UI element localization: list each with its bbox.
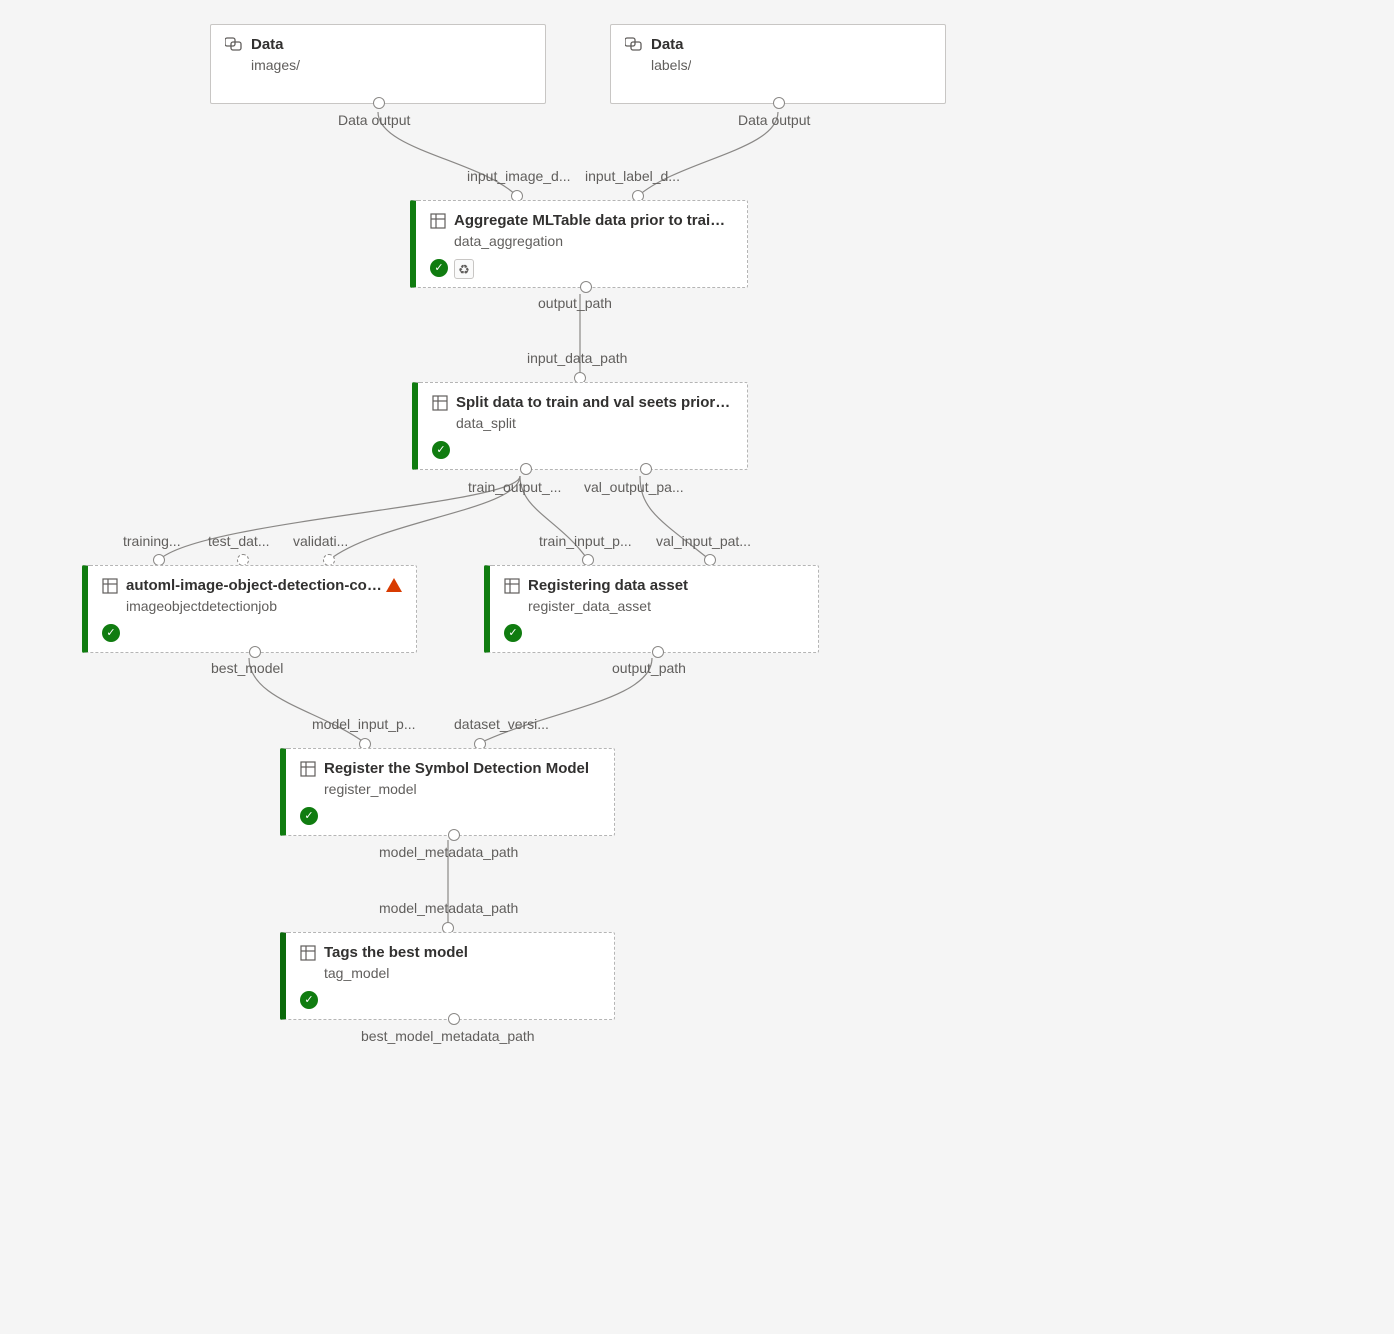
status-success-icon: ✓ [300, 807, 318, 825]
component-icon [300, 945, 316, 961]
port-label: Data output [738, 112, 810, 128]
cache-reuse-icon: ♻ [454, 259, 474, 279]
node-title: Aggregate MLTable data prior to training [454, 211, 733, 231]
node-subtitle: images/ [251, 57, 300, 73]
port-label: input_label_d... [585, 168, 680, 184]
status-success-icon: ✓ [504, 624, 522, 642]
status-success-icon: ✓ [102, 624, 120, 642]
component-icon [300, 761, 316, 777]
port-label: val_input_pat... [656, 533, 751, 549]
port-label: dataset_versi... [454, 716, 549, 732]
component-icon [102, 578, 118, 594]
node-subtitle: data_aggregation [454, 233, 733, 249]
node-subtitle: labels/ [651, 57, 691, 73]
port-label: train_input_p... [539, 533, 632, 549]
data-icon [625, 37, 643, 51]
node-subtitle: tag_model [324, 965, 600, 981]
data-icon [225, 37, 243, 51]
status-success-icon: ✓ [300, 991, 318, 1009]
node-subtitle: register_model [324, 781, 600, 797]
component-icon [430, 213, 446, 229]
output-port[interactable] [640, 463, 652, 475]
step-node-register-data[interactable]: Registering data asset register_data_ass… [484, 565, 819, 653]
node-subtitle: data_split [456, 415, 733, 431]
port-label: test_dat... [208, 533, 269, 549]
port-label: model_metadata_path [379, 844, 518, 860]
node-title: Split data to train and val seets prior … [456, 393, 733, 413]
output-port[interactable] [448, 829, 460, 841]
port-label: val_output_pa... [584, 479, 684, 495]
warning-icon [386, 578, 402, 592]
output-port[interactable] [373, 97, 385, 109]
output-port[interactable] [448, 1013, 460, 1025]
status-success-icon: ✓ [432, 441, 450, 459]
component-icon [504, 578, 520, 594]
port-label: best_model_metadata_path [361, 1028, 535, 1044]
port-label: model_input_p... [312, 716, 416, 732]
port-label: model_metadata_path [379, 900, 518, 916]
port-label: Data output [338, 112, 410, 128]
port-label: output_path [612, 660, 686, 676]
port-label: output_path [538, 295, 612, 311]
node-title: Data [251, 35, 300, 55]
component-icon [432, 395, 448, 411]
node-title: Tags the best model [324, 943, 600, 963]
port-label: validati... [293, 533, 348, 549]
step-node-split[interactable]: Split data to train and val seets prior … [412, 382, 748, 470]
data-node-images[interactable]: Data images/ [210, 24, 546, 104]
node-subtitle: imageobjectdetectionjob [126, 598, 382, 614]
step-node-automl[interactable]: automl-image-object-detection-comp... im… [82, 565, 417, 653]
step-node-aggregate[interactable]: Aggregate MLTable data prior to training… [410, 200, 748, 288]
port-label: training... [123, 533, 181, 549]
node-subtitle: register_data_asset [528, 598, 804, 614]
output-port[interactable] [580, 281, 592, 293]
step-node-tag-model[interactable]: Tags the best model tag_model ✓ [280, 932, 615, 1020]
node-title: Register the Symbol Detection Model [324, 759, 600, 779]
port-label: best_model [211, 660, 283, 676]
port-label: input_data_path [527, 350, 627, 366]
port-label: input_image_d... [467, 168, 571, 184]
output-port[interactable] [773, 97, 785, 109]
data-node-labels[interactable]: Data labels/ [610, 24, 946, 104]
node-title: automl-image-object-detection-comp... [126, 576, 382, 596]
output-port[interactable] [249, 646, 261, 658]
node-title: Data [651, 35, 691, 55]
step-node-register-model[interactable]: Register the Symbol Detection Model regi… [280, 748, 615, 836]
output-port[interactable] [520, 463, 532, 475]
status-success-icon: ✓ [430, 259, 448, 277]
output-port[interactable] [652, 646, 664, 658]
port-label: train_output_... [468, 479, 561, 495]
node-title: Registering data asset [528, 576, 804, 596]
